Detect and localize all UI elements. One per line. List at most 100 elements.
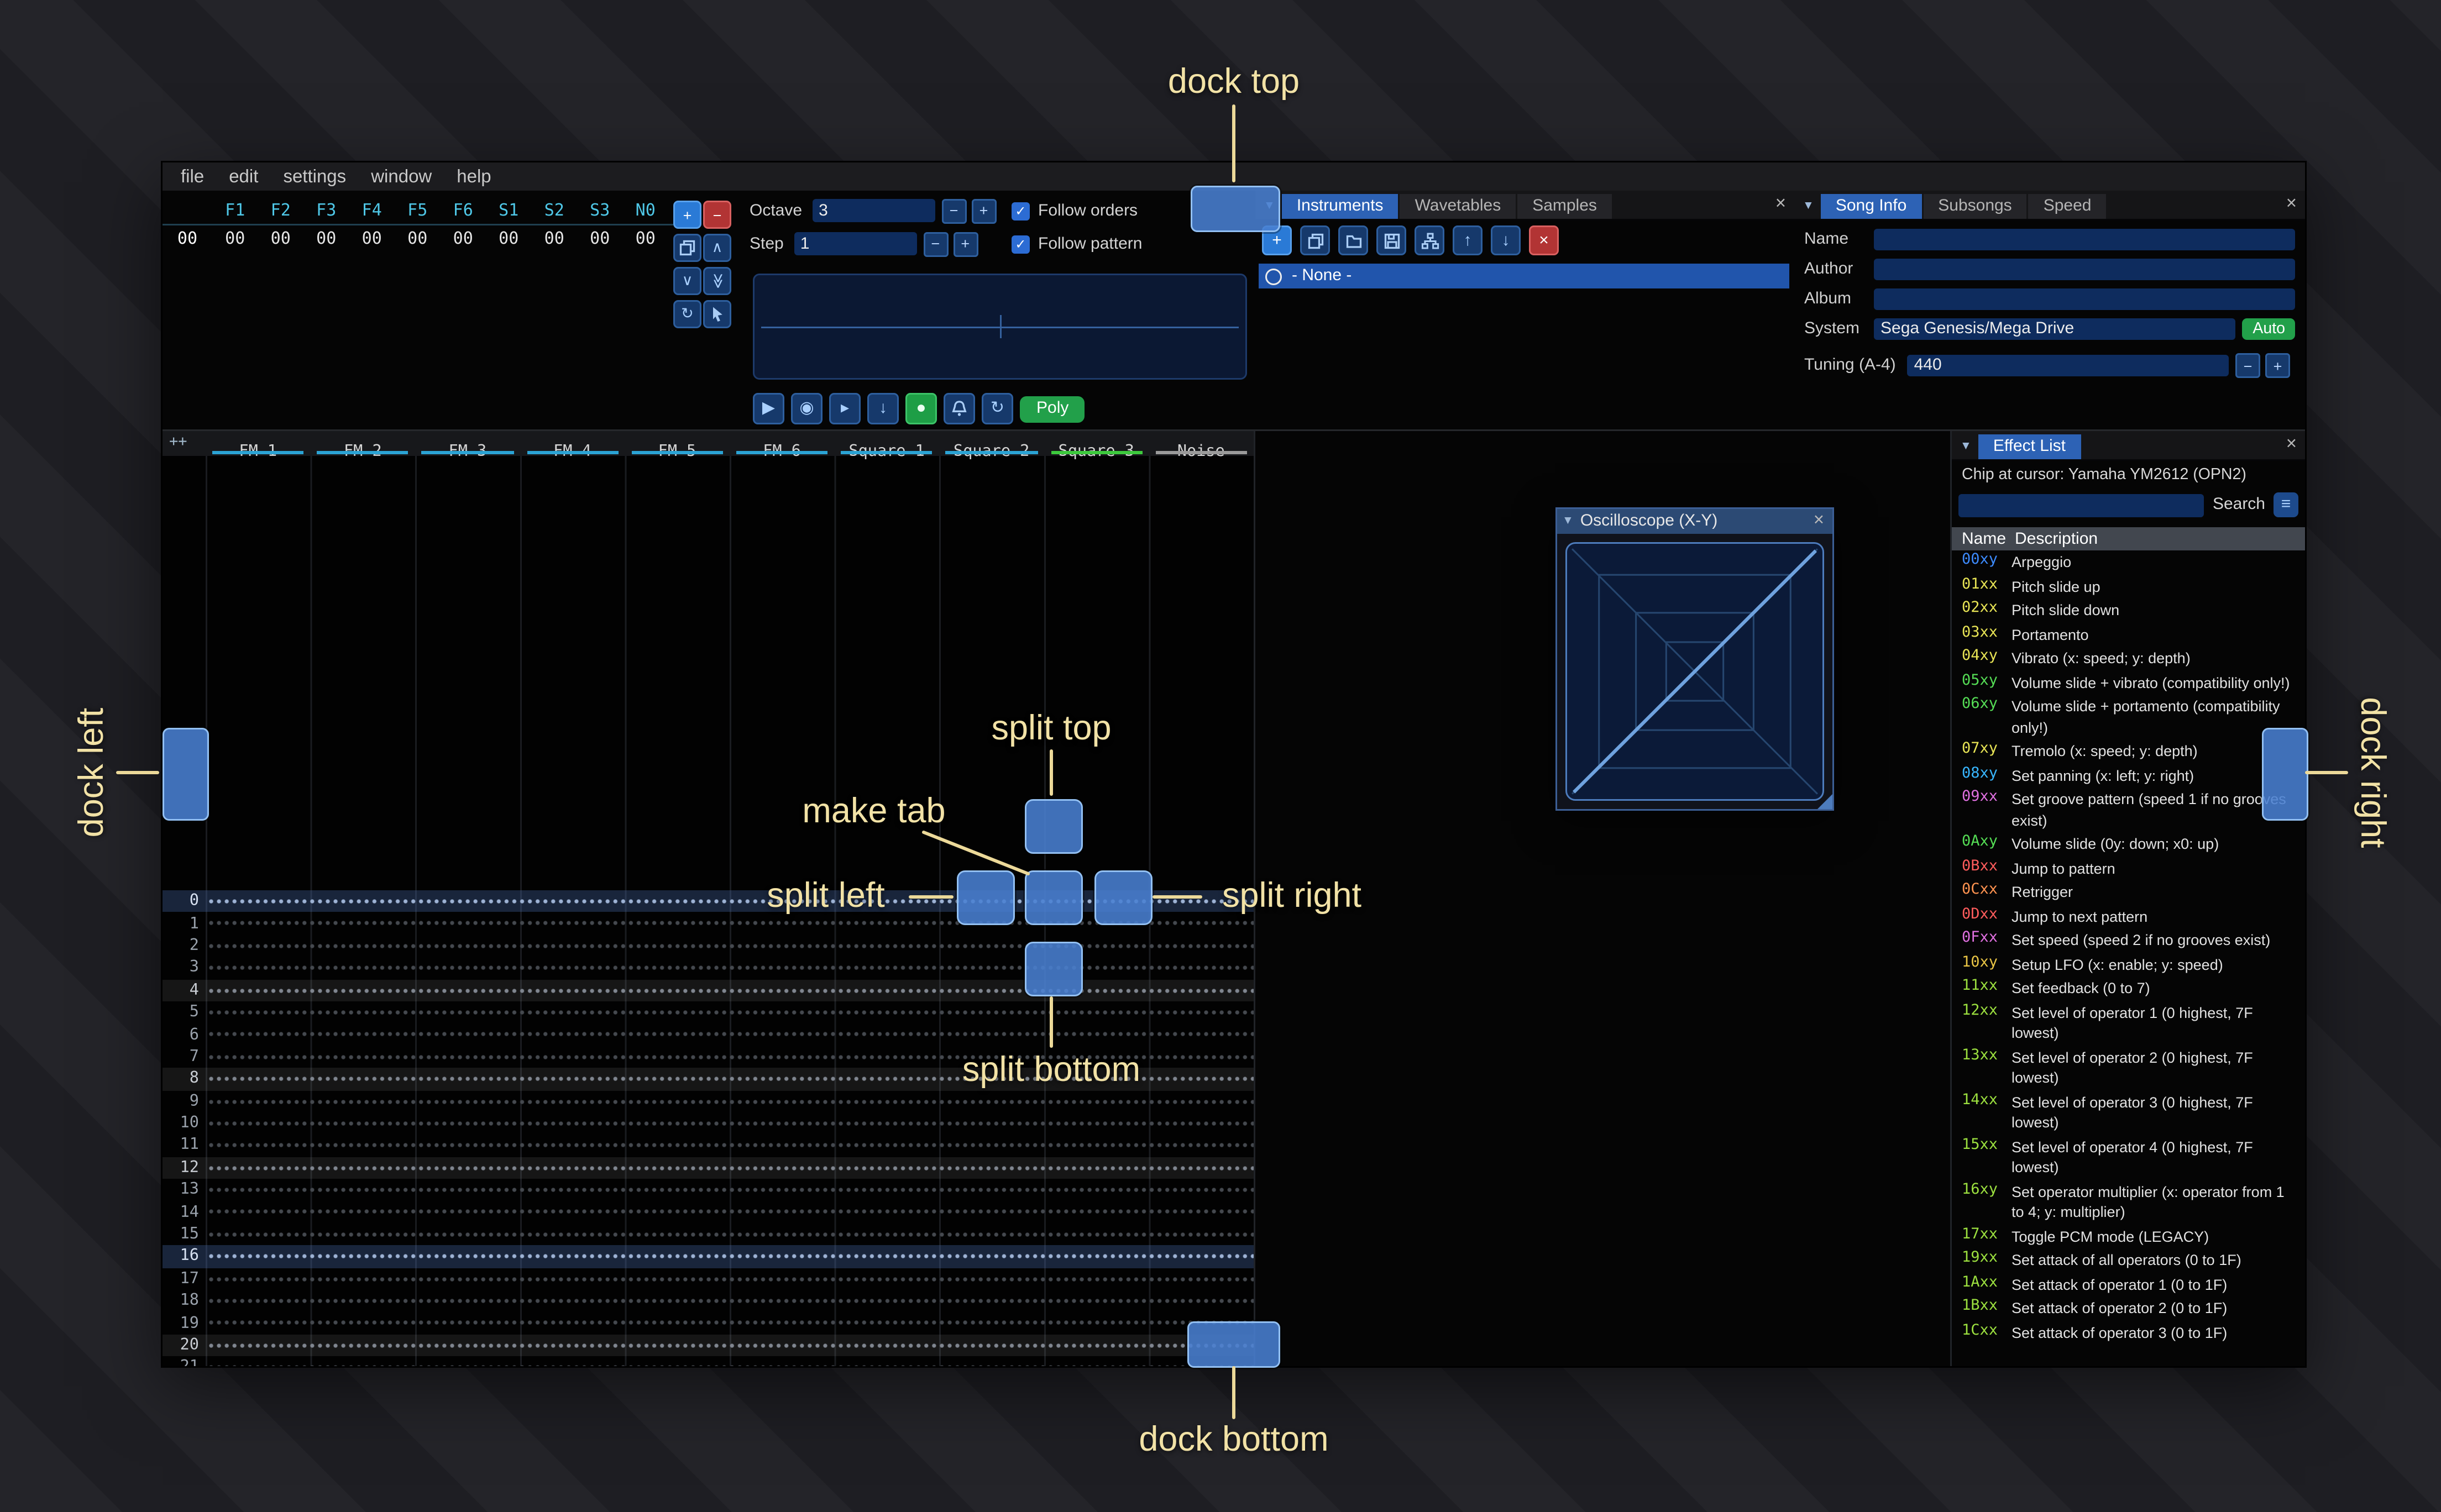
follow-orders-checkbox[interactable]: ✓	[1012, 201, 1030, 220]
step-input[interactable]: 1	[793, 232, 916, 255]
pattern-row[interactable]: 21	[163, 1356, 1254, 1366]
pattern-row[interactable]: 19	[163, 1312, 1254, 1335]
effect-search-input[interactable]	[1958, 493, 2204, 517]
effect-row[interactable]: 17xx Toggle PCM mode (LEGACY)	[1952, 1225, 2305, 1249]
pattern-row[interactable]: 10	[163, 1112, 1254, 1135]
effect-row[interactable]: 01xx Pitch slide up	[1952, 575, 2305, 599]
close-icon[interactable]: ×	[1775, 195, 1786, 214]
effect-row[interactable]: 0Fxx Set speed (speed 2 if no grooves ex…	[1952, 928, 2305, 953]
pattern-row-cells[interactable]	[207, 1356, 1254, 1366]
order-duplicate-button[interactable]	[673, 234, 701, 262]
play-button[interactable]: ▶	[753, 393, 784, 424]
effect-row[interactable]: 06xy Volume slide + portamento (compatib…	[1952, 695, 2305, 739]
order-cell[interactable]: 00	[441, 230, 486, 249]
dock-target-bottom[interactable]	[1187, 1321, 1280, 1368]
resize-grip[interactable]	[1817, 794, 1832, 809]
pattern-row-cells[interactable]	[207, 1112, 1254, 1135]
collapse-icon[interactable]: ▼	[1803, 201, 1814, 212]
effect-row[interactable]: 08xy Set panning (x: left; y: right)	[1952, 764, 2305, 788]
pattern-row[interactable]: 11	[163, 1134, 1254, 1157]
orders-channel-header[interactable]: F1	[212, 202, 258, 221]
instrument-list-item-selected[interactable]: - None -	[1259, 264, 1789, 288]
pattern-row[interactable]: 14	[163, 1201, 1254, 1224]
order-cell[interactable]: 00	[303, 230, 349, 249]
octave-input[interactable]: 3	[812, 199, 935, 222]
effect-row[interactable]: 0Dxx Jump to next pattern	[1952, 905, 2305, 929]
pattern-row[interactable]: 12	[163, 1157, 1254, 1179]
play-pattern-button[interactable]: ◉	[791, 393, 823, 424]
pattern-row[interactable]: 17	[163, 1267, 1254, 1290]
effect-row[interactable]: 15xx Set level of operator 4 (0 highest,…	[1952, 1135, 2305, 1180]
orders-channel-header[interactable]: F3	[303, 202, 349, 221]
pattern-row-cells[interactable]	[207, 1023, 1254, 1046]
pattern-row[interactable]: 18	[163, 1290, 1254, 1313]
channel-header[interactable]: FM 2	[311, 431, 416, 461]
duplicate-instrument-button[interactable]	[1300, 225, 1330, 255]
order-cell[interactable]: 00	[486, 230, 532, 249]
record-toggle-button[interactable]: ●	[905, 393, 937, 424]
effect-row[interactable]: 02xx Pitch slide down	[1952, 599, 2305, 623]
pattern-row-cells[interactable]	[207, 979, 1254, 1001]
channel-header[interactable]: FM 5	[625, 431, 730, 461]
split-target-top[interactable]	[1025, 799, 1083, 854]
effect-row[interactable]: 00xy Arpeggio	[1952, 550, 2305, 575]
tab-speed[interactable]: Speed	[2028, 194, 2107, 219]
tab-subsongs[interactable]: Subsongs	[1923, 194, 2027, 219]
orders-row[interactable]: 00 00 00 00 00 00 00 00 00 00 00	[163, 230, 673, 249]
orders-channel-header[interactable]: F6	[441, 202, 486, 221]
effect-row[interactable]: 11xx Set feedback (0 to 7)	[1952, 977, 2305, 1001]
order-cell[interactable]: 00	[212, 230, 258, 249]
pattern-row-cells[interactable]	[207, 1290, 1254, 1313]
order-move-up-button[interactable]: ∧	[703, 234, 731, 262]
order-cell[interactable]: 00	[623, 230, 669, 249]
tuning-input[interactable]: 440	[1907, 355, 2229, 376]
dock-target-top[interactable]	[1191, 186, 1280, 232]
effect-list-menu-button[interactable]: ≡	[2274, 492, 2298, 517]
order-add-button[interactable]: +	[673, 201, 701, 229]
order-index[interactable]: 00	[163, 230, 212, 249]
collapse-icon[interactable]: ▼	[1562, 516, 1574, 527]
pattern-row-cells[interactable]	[207, 1179, 1254, 1201]
channel-header[interactable]: Square 2	[939, 431, 1044, 461]
pattern-row-cells[interactable]	[207, 1334, 1254, 1357]
close-icon[interactable]: ×	[1814, 512, 1824, 531]
channel-header[interactable]: Noise	[1149, 431, 1254, 461]
orders-channel-header[interactable]: F5	[395, 202, 441, 221]
effect-row[interactable]: 10xy Setup LFO (x: enable; y: speed)	[1952, 953, 2305, 977]
split-target-right[interactable]	[1094, 870, 1153, 925]
effect-row[interactable]: 14xx Set level of operator 3 (0 highest,…	[1952, 1090, 2305, 1135]
pattern-row-cells[interactable]	[207, 1001, 1254, 1024]
orders-channel-header[interactable]: S2	[532, 202, 578, 221]
effect-row[interactable]: 09xx Set groove pattern (speed 1 if no g…	[1952, 788, 2305, 832]
poly-toggle-button[interactable]: Poly	[1020, 395, 1086, 422]
dock-target-right[interactable]	[2262, 728, 2308, 821]
pattern-row-cells[interactable]	[207, 1090, 1254, 1112]
dock-target-left[interactable]	[163, 728, 209, 821]
pattern-row[interactable]: 15	[163, 1223, 1254, 1246]
octave-increment-button[interactable]: +	[971, 198, 997, 223]
pattern-row-cells[interactable]	[207, 1134, 1254, 1157]
instrument-move-down-button[interactable]: ↓	[1491, 225, 1521, 255]
order-cell[interactable]: 00	[258, 230, 304, 249]
save-instrument-button[interactable]	[1376, 225, 1406, 255]
order-cell[interactable]: 00	[577, 230, 623, 249]
menu-item[interactable]: settings	[283, 167, 346, 187]
pattern-row[interactable]: 20	[163, 1334, 1254, 1357]
pattern-row[interactable]: 0	[163, 890, 1254, 913]
follow-pattern-checkbox[interactable]: ✓	[1012, 234, 1030, 253]
effect-row[interactable]: 19xx Set attack of all operators (0 to 1…	[1952, 1248, 2305, 1273]
effect-row[interactable]: 05xy Volume slide + vibrato (compatibili…	[1952, 671, 2305, 695]
tab-effect-list[interactable]: Effect List	[1978, 434, 2081, 459]
orders-channel-header[interactable]: F2	[258, 202, 304, 221]
tab-wavetables[interactable]: Wavetables	[1400, 194, 1516, 219]
effect-row[interactable]: 13xx Set level of operator 2 (0 highest,…	[1952, 1046, 2305, 1090]
pattern-row[interactable]: 16	[163, 1245, 1254, 1268]
make-tab-target[interactable]	[1025, 870, 1083, 925]
effect-row[interactable]: 1Bxx Set attack of operator 2 (0 to 1F)	[1952, 1296, 2305, 1321]
pattern-row-cells[interactable]	[207, 1223, 1254, 1246]
effect-row[interactable]: 04xy Vibrato (x: speed; y: depth)	[1952, 647, 2305, 671]
pattern-row-cells[interactable]	[207, 957, 1254, 979]
effect-row[interactable]: 12xx Set level of operator 1 (0 highest,…	[1952, 1001, 2305, 1046]
instrument-organize-button[interactable]	[1415, 225, 1444, 255]
order-cell[interactable]: 00	[532, 230, 578, 249]
